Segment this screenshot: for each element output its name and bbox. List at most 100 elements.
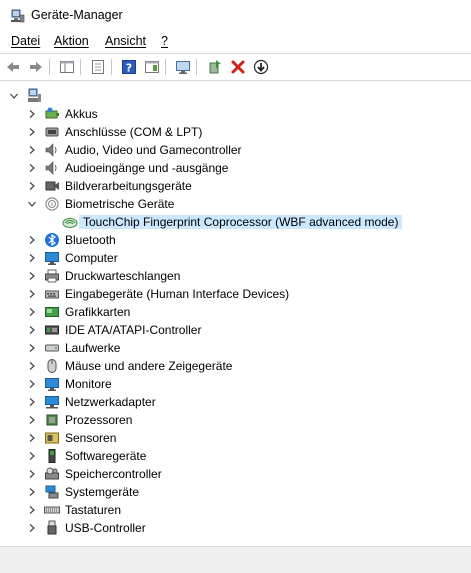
chevron-right-icon[interactable] (27, 415, 37, 425)
tree-category-row[interactable]: Mäuse und andere Zeigegeräte (0, 357, 471, 375)
window-title: Geräte-Manager (31, 8, 123, 22)
chevron-right-icon[interactable] (27, 343, 37, 353)
tree-category-row[interactable]: USB-Controller (0, 519, 471, 537)
printer-icon (45, 269, 59, 283)
tree-category-row[interactable]: Prozessoren (0, 411, 471, 429)
tree-category-row[interactable]: Druckwarteschlangen (0, 267, 471, 285)
tree-category-row[interactable]: Netzwerkadapter (0, 393, 471, 411)
tree-item-label: Softwaregeräte (65, 449, 147, 463)
tree-item-label: Druckwarteschlangen (65, 269, 181, 283)
tree-category-row[interactable]: Audio, Video und Gamecontroller (0, 141, 471, 159)
tree-root[interactable] (0, 87, 471, 105)
tree-category-row[interactable]: Grafikkarten (0, 303, 471, 321)
storage-controller-icon (45, 467, 59, 480)
tree-category-row[interactable]: Eingabegeräte (Human Interface Devices) (0, 285, 471, 303)
chevron-right-icon[interactable] (27, 361, 37, 371)
chevron-right-icon[interactable] (27, 379, 37, 389)
monitor-icon (45, 252, 59, 265)
tree-category-row[interactable]: Tastaturen (0, 501, 471, 519)
forward-button[interactable] (26, 57, 46, 77)
properties-icon (92, 60, 104, 74)
back-button[interactable] (3, 57, 23, 77)
display-adapter-icon (45, 307, 59, 317)
computer-icon (28, 88, 41, 102)
chevron-right-icon[interactable] (27, 505, 37, 515)
tree-category-row[interactable]: Systemgeräte (0, 483, 471, 501)
action-pane-icon (145, 61, 159, 73)
tree-category-row[interactable]: Monitore (0, 375, 471, 393)
chevron-right-icon[interactable] (27, 397, 37, 407)
title-bar: Geräte-Manager (0, 0, 471, 32)
update-driver-icon (209, 60, 221, 74)
chevron-right-icon[interactable] (27, 235, 37, 245)
chevron-right-icon[interactable] (27, 289, 37, 299)
speaker-icon (45, 161, 57, 175)
uninstall-device-button[interactable] (228, 57, 248, 77)
tree-category-row[interactable]: Biometrische Geräte (0, 195, 471, 213)
tree-category-row[interactable]: Sensoren (0, 429, 471, 447)
chevron-right-icon[interactable] (27, 109, 37, 119)
chevron-down-icon[interactable] (27, 199, 37, 209)
usb-icon (47, 520, 57, 535)
scan-monitor-icon (176, 61, 190, 74)
tree-category-row[interactable]: IDE ATA/ATAPI-Controller (0, 321, 471, 339)
help-icon: ? (122, 60, 136, 75)
show-hide-console-tree-button[interactable] (57, 57, 77, 77)
tree-item-label: Biometrische Geräte (65, 197, 175, 211)
toolbar-separator (165, 59, 166, 75)
chevron-right-icon[interactable] (27, 325, 37, 335)
tree-category-row[interactable]: Speichercontroller (0, 465, 471, 483)
chevron-right-icon[interactable] (27, 523, 37, 533)
scan-hardware-button[interactable] (173, 57, 193, 77)
disable-device-button[interactable] (251, 57, 271, 77)
chevron-right-icon[interactable] (27, 433, 37, 443)
hid-icon (45, 290, 59, 299)
update-driver-button[interactable] (205, 57, 225, 77)
menu-aktion[interactable]: Aktion (54, 34, 89, 48)
menu-help[interactable]: ? (161, 34, 168, 48)
device-manager-icon (11, 9, 25, 23)
chevron-right-icon[interactable] (27, 163, 37, 173)
tree-item-label: Speichercontroller (65, 467, 162, 481)
chevron-right-icon[interactable] (27, 469, 37, 479)
chevron-right-icon[interactable] (27, 487, 37, 497)
processor-icon (46, 414, 58, 426)
arrow-right-icon (30, 62, 42, 72)
tree-category-row[interactable]: Bluetooth (0, 231, 471, 249)
help-button[interactable]: ? (119, 57, 139, 77)
fingerprint-device-icon (62, 218, 78, 228)
chevron-down-icon[interactable] (9, 91, 19, 101)
menu-datei[interactable]: Datei (11, 34, 40, 48)
action-pane-button[interactable] (142, 57, 162, 77)
network-icon (45, 396, 59, 409)
tree-category-row[interactable]: Softwaregeräte (0, 447, 471, 465)
tree-category-row[interactable]: Anschlüsse (COM & LPT) (0, 123, 471, 141)
chevron-right-icon[interactable] (27, 127, 37, 137)
toolbar-separator (49, 59, 50, 75)
chevron-right-icon[interactable] (27, 145, 37, 155)
tree-item-label: Audioeingänge und -ausgänge (65, 161, 229, 175)
tree-device-row[interactable]: TouchChip Fingerprint Coprocessor (WBF a… (0, 213, 471, 231)
tree-item-label: Tastaturen (65, 503, 122, 517)
monitor-icon (45, 378, 59, 391)
tree-item-label: IDE ATA/ATAPI-Controller (65, 323, 202, 337)
tree-category-row[interactable]: Akkus (0, 105, 471, 123)
menu-ansicht[interactable]: Ansicht (105, 34, 146, 48)
chevron-right-icon[interactable] (27, 451, 37, 461)
toolbar-separator (80, 59, 81, 75)
tree-category-row[interactable]: Bildverarbeitungsgeräte (0, 177, 471, 195)
tree-item-label: Systemgeräte (65, 485, 140, 499)
toolbar-separator (196, 59, 197, 75)
chevron-right-icon[interactable] (27, 253, 37, 263)
chevron-right-icon[interactable] (27, 181, 37, 191)
toolbar-separator-line (0, 80, 471, 81)
chevron-right-icon[interactable] (27, 307, 37, 317)
properties-button[interactable] (88, 57, 108, 77)
toolbar: ? (0, 55, 471, 79)
tree-item-label: Anschlüsse (COM & LPT) (65, 125, 203, 139)
console-tree-icon (60, 61, 74, 73)
chevron-right-icon[interactable] (27, 271, 37, 281)
tree-category-row[interactable]: Laufwerke (0, 339, 471, 357)
tree-category-row[interactable]: Audioeingänge und -ausgänge (0, 159, 471, 177)
tree-category-row[interactable]: Computer (0, 249, 471, 267)
